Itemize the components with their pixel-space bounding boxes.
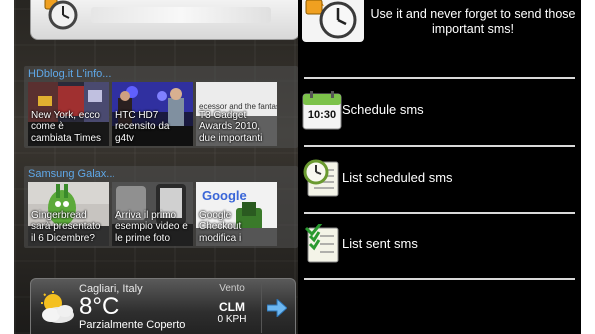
calendar-time-text: 10:30 bbox=[307, 109, 337, 121]
clock-list-icon bbox=[303, 159, 339, 197]
news-tile[interactable]: New York, ecco come è cambiata Times bbox=[28, 82, 109, 146]
divider bbox=[304, 278, 575, 280]
divider bbox=[304, 145, 575, 147]
menu-item-label: List scheduled sms bbox=[342, 170, 453, 185]
menu-item-list-scheduled-sms[interactable]: List scheduled sms bbox=[298, 148, 581, 210]
news-tile[interactable]: ecessor and the fantas T3 Gadget Awards … bbox=[196, 82, 277, 146]
weather-next-button[interactable] bbox=[261, 283, 292, 333]
news-source-label[interactable]: Samsung Galax... bbox=[28, 168, 114, 180]
menu-item-label: List sent sms bbox=[342, 236, 418, 251]
news-tile[interactable]: Google Google Checkout modifica i bbox=[196, 182, 277, 246]
divider bbox=[304, 77, 575, 79]
checklist-icon bbox=[304, 224, 339, 263]
news-widget-hdblog[interactable]: HDblog.it L'info... New York, ecco come … bbox=[24, 66, 298, 148]
menu-item-label: Schedule sms bbox=[342, 102, 424, 117]
news-caption: Gingerbread sarà presentato il 6 Dicembr… bbox=[31, 209, 101, 244]
sms-scheduler-app: Use it and never forget to send those im… bbox=[298, 0, 581, 334]
wind-label: Vento bbox=[219, 283, 245, 294]
news-caption: Arriva il primo esempio video e le prime… bbox=[115, 209, 188, 244]
menu-item-schedule-sms[interactable]: 10:30 Schedule sms bbox=[298, 80, 581, 142]
news-caption: Google Checkout modifica i bbox=[199, 209, 242, 244]
wind-speed: 0 KPH bbox=[217, 314, 247, 325]
wind-info: Vento CLM 0 KPH bbox=[209, 283, 255, 333]
news-source-label[interactable]: HDblog.it L'info... bbox=[28, 68, 114, 80]
clock-icon bbox=[44, 0, 78, 30]
partly-cloudy-icon bbox=[41, 291, 74, 323]
news-tile[interactable]: Gingerbread sarà presentato il 6 Dicembr… bbox=[28, 182, 109, 246]
arrow-right-icon bbox=[267, 299, 287, 317]
google-logo-text: Google bbox=[202, 188, 247, 203]
menu-item-list-sent-sms[interactable]: List sent sms bbox=[298, 214, 581, 276]
app-tagline: Use it and never forget to send those im… bbox=[370, 7, 576, 36]
news-caption: HTC HD7 recensito da g4tv bbox=[115, 109, 170, 144]
news-widget-samsung[interactable]: Samsung Galax... Gingerbread sarà presen… bbox=[24, 166, 298, 248]
news-tile[interactable]: Arriva il primo esempio video e le prime… bbox=[112, 182, 193, 246]
home-screen: HDblog.it L'info... New York, ecco come … bbox=[14, 0, 298, 334]
weather-condition: Parzialmente Coperto bbox=[79, 319, 186, 331]
widget-bar bbox=[91, 7, 271, 23]
news-caption: T3 Gadget Awards 2010, due importanti bbox=[199, 109, 263, 144]
app-clock-logo-icon bbox=[302, 0, 364, 42]
sms-scheduler-widget[interactable] bbox=[30, 0, 298, 40]
weather-widget[interactable]: Cagliari, Italy 8°C Parzialmente Coperto… bbox=[30, 278, 296, 334]
news-caption: New York, ecco come è cambiata Times bbox=[31, 109, 102, 144]
wind-direction: CLM bbox=[219, 300, 245, 314]
news-tile[interactable]: HTC HD7 recensito da g4tv bbox=[112, 82, 193, 146]
weather-temperature: 8°C bbox=[79, 293, 120, 320]
